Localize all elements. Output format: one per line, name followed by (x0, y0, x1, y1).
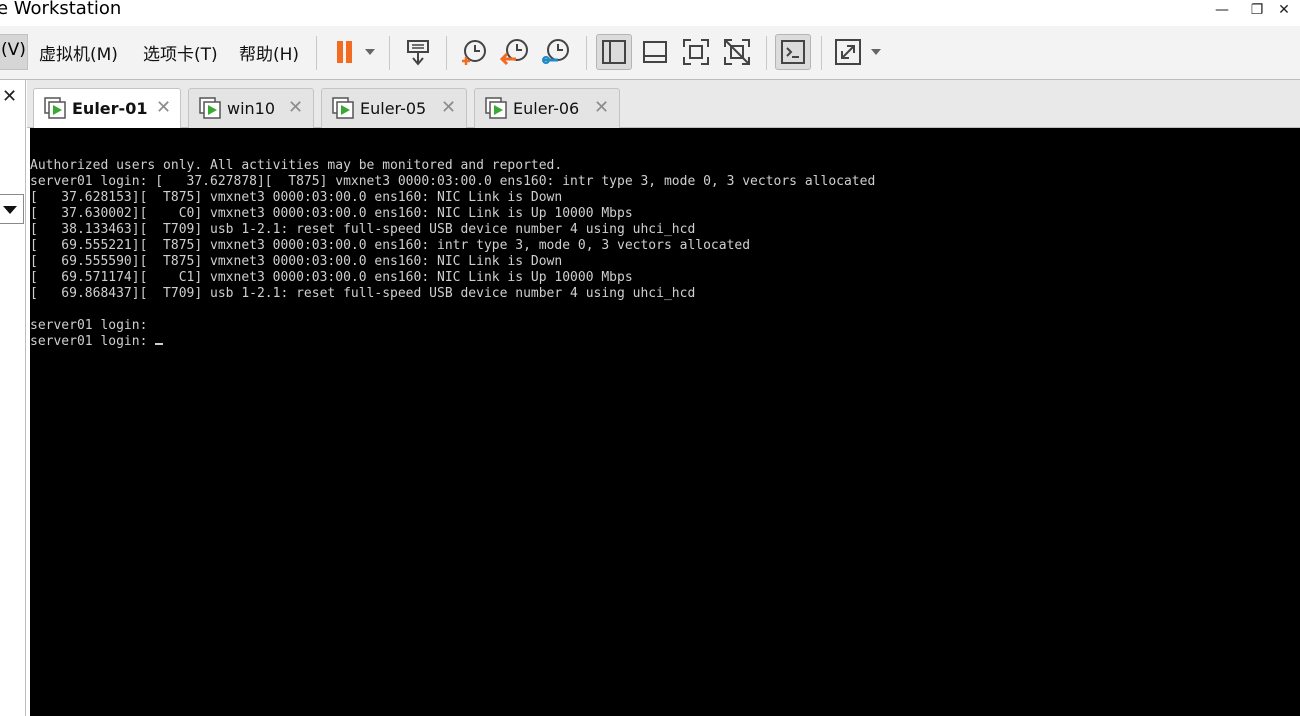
snapshot-manager-button[interactable] (538, 34, 574, 70)
tab-win10[interactable]: win10 ✕ (188, 88, 314, 128)
console-line: Authorized users only. All activities ma… (30, 158, 563, 173)
close-tab-icon[interactable]: ✕ (156, 97, 171, 118)
console-prompt-line: server01 login: (30, 334, 156, 349)
minimize-button[interactable]: — (1202, 0, 1242, 20)
close-library-button[interactable]: ✕ (2, 86, 17, 107)
stretch-guest-icon (835, 39, 861, 65)
revert-snapshot-icon (500, 39, 528, 66)
title-bar: e Workstation — ❐ ✕ (0, 0, 1300, 26)
console-line: [ 69.555590][ T875] vmxnet3 0000:03:00.0… (30, 254, 563, 269)
tab-euler-05[interactable]: Euler-05 ✕ (321, 88, 467, 128)
unity-icon (724, 39, 750, 65)
tab-strip: Euler-01 ✕ win10 ✕ Euler-05 ✕ Euler-06 ✕ (27, 80, 1300, 129)
vm-icon (485, 97, 507, 119)
text-cursor (155, 343, 164, 345)
stretch-guest-button[interactable] (830, 34, 866, 70)
vm-icon (332, 97, 354, 119)
chevron-down-icon[interactable] (871, 49, 881, 55)
snapshot-manager-icon (542, 39, 569, 64)
vm-icon (44, 97, 66, 119)
library-sidebar: ✕ (0, 80, 26, 716)
vm-console[interactable]: Authorized users only. All activities ma… (30, 128, 1300, 716)
close-tab-icon[interactable]: ✕ (441, 97, 456, 118)
unity-button[interactable] (719, 34, 755, 70)
vm-icon (199, 97, 221, 119)
console-line: [ 69.555221][ T875] vmxnet3 0000:03:00.0… (30, 238, 751, 253)
show-library-icon (602, 40, 626, 64)
library-dropdown[interactable] (0, 194, 24, 224)
console-line: [ 38.133463][ T709] usb 1-2.1: reset ful… (30, 222, 696, 237)
full-screen-icon (683, 39, 709, 65)
revert-snapshot-button[interactable] (497, 34, 533, 70)
menu-view[interactable]: (V) (0, 34, 28, 70)
toolbar-separator (446, 36, 447, 70)
send-ctrl-alt-del-button[interactable] (401, 34, 437, 70)
console-line: [ 69.571174][ C1] vmxnet3 0000:03:00.0 e… (30, 270, 633, 285)
toolbar-separator (389, 36, 390, 70)
menu-vm[interactable]: 虚拟机(M) (39, 40, 118, 65)
console-line: [ 69.868437][ T709] usb 1-2.1: reset ful… (30, 286, 696, 301)
console-line: [ 37.628153][ T875] vmxnet3 0000:03:00.0… (30, 190, 563, 205)
tab-euler-06[interactable]: Euler-06 ✕ (474, 88, 620, 128)
close-tab-icon[interactable]: ✕ (594, 97, 609, 118)
menu-toolbar-bar: (V) 虚拟机(M) 选项卡(T) 帮助(H) (0, 26, 1300, 80)
close-window-button[interactable]: ✕ (1268, 0, 1300, 20)
send-ctrl-alt-del-icon (407, 40, 429, 66)
tab-label: Euler-05 (360, 99, 427, 118)
take-snapshot-button[interactable] (456, 34, 492, 70)
menu-help[interactable]: 帮助(H) (239, 40, 299, 65)
tab-label: win10 (227, 99, 276, 118)
take-snapshot-icon (462, 40, 486, 65)
pause-button[interactable] (326, 34, 362, 70)
tab-label: Euler-01 (72, 99, 148, 118)
chevron-down-icon[interactable] (365, 49, 375, 55)
console-view-button[interactable] (775, 34, 811, 70)
pause-icon (337, 41, 352, 63)
toolbar-separator (316, 36, 317, 70)
thumbnail-bar-icon (643, 41, 667, 63)
toolbar-separator (586, 36, 587, 70)
tab-euler-01[interactable]: Euler-01 ✕ (33, 88, 181, 129)
window-title: e Workstation (0, 0, 122, 19)
console-view-icon (781, 40, 805, 64)
menu-tabs[interactable]: 选项卡(T) (143, 40, 218, 65)
console-line: [ 37.630002][ C0] vmxnet3 0000:03:00.0 e… (30, 206, 633, 221)
thumbnail-bar-button[interactable] (637, 34, 673, 70)
toolbar-separator (766, 36, 767, 70)
console-line: server01 login: (30, 318, 148, 333)
console-line: server01 login: [ 37.627878][ T875] vmxn… (30, 174, 876, 189)
toolbar-separator (821, 36, 822, 70)
close-tab-icon[interactable]: ✕ (288, 97, 303, 118)
show-library-button[interactable] (596, 34, 632, 70)
console-output: Authorized users only. All activities ma… (30, 158, 875, 350)
full-screen-button[interactable] (678, 34, 714, 70)
tab-label: Euler-06 (513, 99, 580, 118)
